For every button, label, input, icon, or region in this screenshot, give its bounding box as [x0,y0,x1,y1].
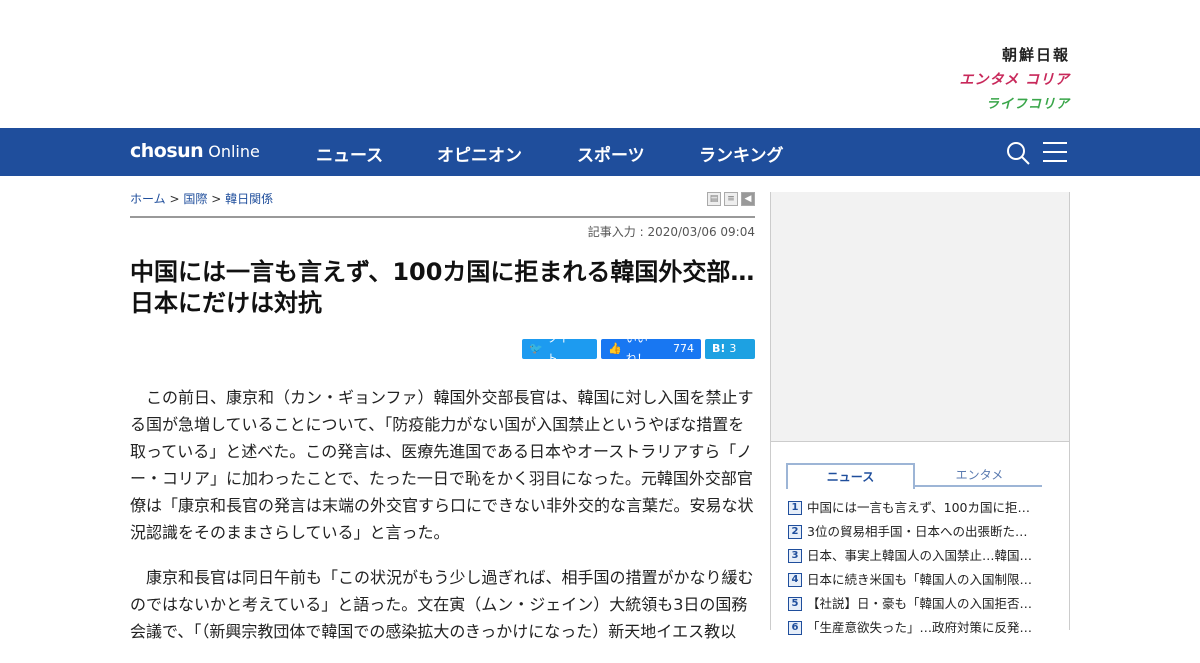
entame-korea-logo[interactable]: エンタメ コリア [960,69,1070,89]
breadcrumb-section[interactable]: 国際 [183,192,207,206]
tab-entame[interactable]: エンタメ [917,463,1042,487]
list-item[interactable]: 1 中国には一言も言えず、100カ国に拒… [788,498,1058,522]
sidebar: ニュース エンタメ 1 中国には一言も言えず、100カ国に拒… 2 3位の貿易相手国… [770,192,1070,635]
back-arrow-icon[interactable]: ◀ [741,192,755,206]
rank-title: 日本、事実上韓国人の入国禁止…韓国… [807,548,1033,563]
tweet-button[interactable]: 🐦 ツイート [522,332,597,365]
print-icon[interactable]: ▤ [707,192,721,206]
tab-news[interactable]: ニュース [786,463,915,489]
ranking-tabs: ニュース エンタメ [786,463,1042,489]
hatena-bookmark-button[interactable]: B! 3 [705,339,755,359]
list-item[interactable]: 2 3位の貿易相手国・日本への出張断た… [788,522,1058,546]
chosun-online-logo[interactable]: chosun Online [130,140,260,162]
share-buttons: 🐦 ツイート 👍 いいね！ 774 B! 3 [522,332,755,365]
article-body: この前日、康京和（カン・ギョンファ）韓国外交部長官は、韓国に対し入国を禁止する国… [130,384,755,663]
rank-number: 5 [788,597,802,611]
chosun-ilbo-logo[interactable]: 朝鮮日報 [960,44,1070,65]
list-item[interactable]: 3 日本、事実上韓国人の入国禁止…韓国… [788,546,1058,570]
nav-item-news[interactable]: ニュース [316,141,383,166]
breadcrumb: ホーム > 国際 > 韓日関係 [130,192,274,206]
rank-number: 3 [788,549,802,563]
list-item[interactable]: 5 【社説】日・豪も「韓国人の入国拒否… [788,594,1058,618]
list-item[interactable]: 4 日本に続き米国も「韓国人の入国制限… [788,570,1058,594]
main-nav: chosun Online ニュース オピニオン スポーツ ランキング [0,128,1200,176]
ranking-list: 1 中国には一言も言えず、100カ国に拒… 2 3位の貿易相手国・日本への出張断た…… [788,498,1058,642]
rank-title: 日本に続き米国も「韓国人の入国制限… [807,572,1033,587]
hatena-icon: B! [712,342,726,355]
top-header: 朝鮮日報 エンタメ コリア ライフコリア [0,0,1200,128]
rank-number: 6 [788,621,802,635]
rank-title: 「生産意欲失った」…政府対策に反発… [807,620,1033,635]
nav-item-opinion[interactable]: オピニオン [437,141,522,166]
life-korea-logo[interactable]: ライフコリア [960,93,1070,112]
text-size-icon[interactable]: ≡ [724,192,738,206]
hatena-count: 3 [729,342,737,355]
article-headline: 中国には一言も言えず、100カ国に拒まれる韓国外交部…日本にだけは対抗 [130,258,755,317]
article-dateline: 記事入力 : 2020/03/06 09:04 [587,225,755,239]
twitter-bird-icon: 🐦 [529,342,543,355]
article-paragraph: 康京和長官は同日午前も「この状況がもう少し過ぎれば、相手国の措置がかなり緩むので… [130,568,754,641]
rank-title: 3位の貿易相手国・日本への出張断た… [807,524,1028,539]
like-count: 774 [673,342,694,355]
brand-links: 朝鮮日報 エンタメ コリア ライフコリア [960,44,1070,112]
facebook-like-button[interactable]: 👍 いいね！ 774 [601,332,701,365]
breadcrumb-home[interactable]: ホーム [130,192,166,206]
breadcrumb-subsection[interactable]: 韓日関係 [225,192,273,206]
rank-number: 1 [788,501,802,515]
article-tools: ▤ ≡ ◀ [707,192,755,206]
list-item[interactable]: 6 「生産意欲失った」…政府対策に反発… [788,618,1058,642]
nav-item-ranking[interactable]: ランキング [699,141,784,166]
ad-slot [771,192,1069,442]
article-paragraph: この前日、康京和（カン・ギョンファ）韓国外交部長官は、韓国に対し入国を禁止する国… [130,388,754,542]
header-divider [130,216,755,218]
rank-number: 4 [788,573,802,587]
thumbs-up-icon: 👍 [608,342,622,355]
rank-title: 中国には一言も言えず、100カ国に拒… [807,500,1030,515]
rank-title: 【社説】日・豪も「韓国人の入国拒否… [807,596,1033,611]
nav-item-sports[interactable]: スポーツ [577,141,645,166]
search-icon[interactable] [1006,141,1030,165]
rank-number: 2 [788,525,802,539]
hamburger-menu-icon[interactable] [1043,142,1067,162]
